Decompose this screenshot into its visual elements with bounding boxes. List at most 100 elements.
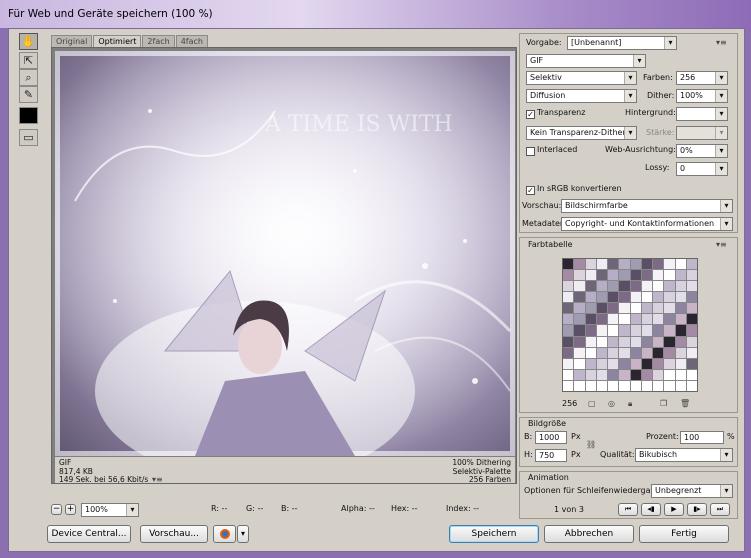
color-swatch-cell[interactable]: [686, 281, 697, 292]
color-swatch-cell[interactable]: [630, 314, 641, 325]
zoom-out-button[interactable]: −: [51, 504, 62, 515]
color-swatch-cell[interactable]: [686, 303, 697, 314]
color-swatch-cell[interactable]: [686, 259, 697, 270]
color-swatch-cell[interactable]: [596, 336, 607, 347]
color-swatch-cell[interactable]: [563, 281, 574, 292]
color-swatch-cell[interactable]: [596, 358, 607, 369]
color-swatch-cell[interactable]: [686, 347, 697, 358]
color-swatch-cell[interactable]: [585, 369, 596, 380]
color-swatch-cell[interactable]: [619, 259, 630, 270]
color-swatch-cell[interactable]: [574, 303, 585, 314]
color-swatch-cell[interactable]: [563, 369, 574, 380]
new-color-icon[interactable]: ❐: [660, 399, 667, 408]
color-table-menu-icon[interactable]: ▾≡: [716, 240, 727, 249]
color-swatch-cell[interactable]: [619, 281, 630, 292]
info-menu-icon[interactable]: ▾≡: [152, 475, 163, 485]
color-swatch-cell[interactable]: [641, 270, 652, 281]
browser-dropdown-icon[interactable]: ▾: [237, 525, 249, 543]
color-swatch-cell[interactable]: [686, 380, 697, 391]
color-swatch-cell[interactable]: [675, 259, 686, 270]
next-frame-icon[interactable]: ▮▸: [687, 503, 707, 516]
color-swatch-cell[interactable]: [653, 314, 664, 325]
color-swatch-cell[interactable]: [653, 380, 664, 391]
percent-input[interactable]: 100: [680, 431, 724, 444]
format-select[interactable]: GIF: [526, 54, 646, 68]
matte-select[interactable]: [676, 107, 728, 121]
color-swatch-cell[interactable]: [641, 336, 652, 347]
color-swatch-cell[interactable]: [619, 369, 630, 380]
color-swatch-cell[interactable]: [641, 303, 652, 314]
color-swatch-cell[interactable]: [585, 259, 596, 270]
color-swatch-cell[interactable]: [675, 347, 686, 358]
color-swatch-cell[interactable]: [574, 292, 585, 303]
color-swatch-cell[interactable]: [619, 270, 630, 281]
color-swatch-cell[interactable]: [664, 303, 675, 314]
color-swatch-cell[interactable]: [653, 259, 664, 270]
hand-icon[interactable]: ✋: [19, 33, 38, 50]
color-swatch-cell[interactable]: [675, 314, 686, 325]
color-swatch-cell[interactable]: [664, 369, 675, 380]
color-swatch-cell[interactable]: [675, 292, 686, 303]
color-swatch-cell[interactable]: [608, 347, 619, 358]
loop-select[interactable]: Unbegrenzt: [651, 484, 733, 498]
color-table-grid[interactable]: [562, 258, 698, 392]
color-swatch-cell[interactable]: [585, 292, 596, 303]
delete-color-icon[interactable]: 🗑︎: [680, 399, 690, 408]
device-central-button[interactable]: Device Central...: [47, 525, 131, 543]
color-swatch-cell[interactable]: [585, 336, 596, 347]
color-swatch-cell[interactable]: [619, 358, 630, 369]
color-swatch-cell[interactable]: [619, 292, 630, 303]
color-swatch-cell[interactable]: [664, 380, 675, 391]
color-swatch-cell[interactable]: [585, 380, 596, 391]
color-swatch-cell[interactable]: [596, 270, 607, 281]
preview-button[interactable]: Vorschau...: [140, 525, 208, 543]
zoom-in-button[interactable]: +: [65, 504, 76, 515]
color-swatch-cell[interactable]: [585, 325, 596, 336]
color-swatch-cell[interactable]: [686, 336, 697, 347]
color-swatch-cell[interactable]: [574, 259, 585, 270]
map-transparent-icon[interactable]: ▢: [588, 399, 596, 408]
zoom-select[interactable]: 100%: [81, 503, 139, 517]
color-swatch-cell[interactable]: [619, 380, 630, 391]
color-swatch-cell[interactable]: [686, 292, 697, 303]
color-swatch-cell[interactable]: [675, 325, 686, 336]
transparency-dither-select[interactable]: Kein Transparenz-Dither: [526, 126, 637, 140]
preview-color-select[interactable]: Bildschirmfarbe: [561, 199, 733, 213]
preset-select[interactable]: [Unbenannt]: [567, 36, 677, 50]
color-swatch-cell[interactable]: [630, 369, 641, 380]
tab-original[interactable]: Original: [51, 35, 93, 47]
color-swatch-cell[interactable]: [664, 281, 675, 292]
first-frame-icon[interactable]: ⏮: [618, 503, 638, 516]
height-input[interactable]: 750: [535, 449, 567, 462]
color-swatch-cell[interactable]: [619, 336, 630, 347]
color-swatch-cell[interactable]: [686, 358, 697, 369]
color-swatch-cell[interactable]: [630, 358, 641, 369]
width-input[interactable]: 1000: [535, 431, 567, 444]
color-swatch-cell[interactable]: [563, 270, 574, 281]
browser-icon[interactable]: [213, 525, 236, 543]
tab-optimized[interactable]: Optimiert: [93, 35, 142, 47]
color-swatch-cell[interactable]: [630, 380, 641, 391]
color-swatch-cell[interactable]: [675, 303, 686, 314]
color-swatch-cell[interactable]: [641, 358, 652, 369]
color-swatch-cell[interactable]: [664, 325, 675, 336]
color-swatch-cell[interactable]: [653, 369, 664, 380]
websnap-select[interactable]: 0%: [676, 144, 728, 158]
color-swatch-cell[interactable]: [608, 314, 619, 325]
color-swatch[interactable]: [19, 107, 38, 124]
color-swatch-cell[interactable]: [574, 314, 585, 325]
color-swatch-cell[interactable]: [585, 347, 596, 358]
color-swatch-cell[interactable]: [596, 325, 607, 336]
color-swatch-cell[interactable]: [596, 303, 607, 314]
quality-select[interactable]: Bikubisch: [635, 448, 733, 462]
color-swatch-cell[interactable]: [675, 270, 686, 281]
color-swatch-cell[interactable]: [630, 303, 641, 314]
settings-menu-icon[interactable]: ▾≡: [716, 38, 727, 47]
slice-select-icon[interactable]: ⇱: [19, 52, 38, 69]
color-swatch-cell[interactable]: [574, 380, 585, 391]
dither-amount-select[interactable]: 100%: [676, 89, 728, 103]
color-swatch-cell[interactable]: [664, 270, 675, 281]
color-swatch-cell[interactable]: [596, 347, 607, 358]
color-swatch-cell[interactable]: [641, 259, 652, 270]
color-swatch-cell[interactable]: [574, 270, 585, 281]
